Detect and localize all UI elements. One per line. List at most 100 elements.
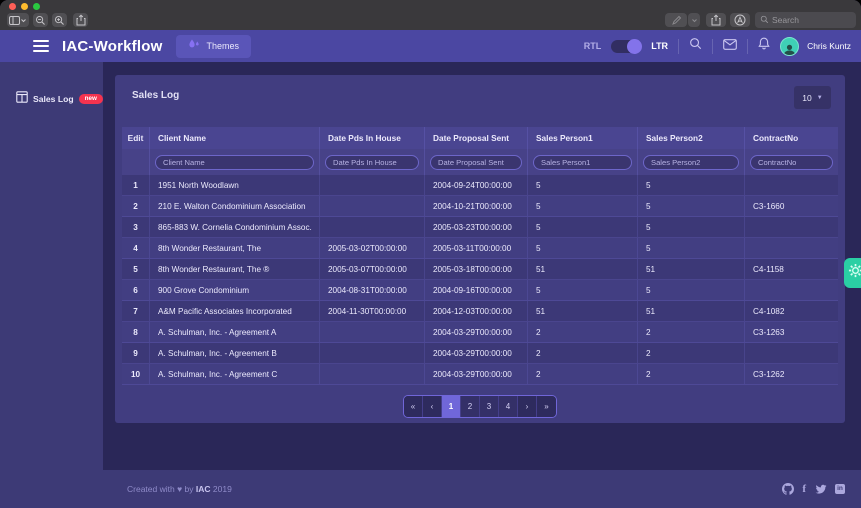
app-header: IAC-Workflow Themes RTL LTR Chris — [0, 30, 861, 62]
pagination-button[interactable]: 1 — [442, 396, 461, 417]
filter-input[interactable] — [533, 155, 632, 170]
table-cell: A. Schulman, Inc. - Agreement C — [150, 364, 320, 384]
browser-chrome — [0, 0, 861, 30]
filter-input[interactable] — [643, 155, 739, 170]
filter-cell — [528, 149, 638, 175]
circle-arrow-button[interactable] — [730, 13, 750, 27]
table-cell: 2004-03-29T00:00:00 — [425, 364, 528, 384]
pagination-button[interactable]: ‹ — [423, 396, 442, 417]
envelope-icon — [723, 37, 737, 55]
zoom-out-button[interactable] — [33, 13, 48, 27]
filter-input[interactable] — [430, 155, 522, 170]
table-cell: 51 — [528, 259, 638, 279]
themes-button[interactable]: Themes — [176, 35, 251, 58]
table-cell: 2 — [638, 322, 745, 342]
caret-down-icon: ▼ — [817, 95, 823, 101]
table-row[interactable]: 58th Wonder Restaurant, The ®2005-03-07T… — [122, 259, 838, 280]
table-header-row: Edit Client Name Date Pds In House Date … — [122, 127, 838, 149]
table-cell: 2 — [528, 322, 638, 342]
table-cell — [320, 196, 425, 216]
filter-cell — [320, 149, 425, 175]
zoom-window-button[interactable] — [33, 3, 40, 10]
new-badge: new — [79, 94, 103, 104]
theme-settings-fab[interactable] — [844, 258, 861, 288]
chrome-search-field[interactable] — [755, 12, 856, 28]
pagination-button[interactable]: 3 — [480, 396, 499, 417]
pagination-button[interactable]: 4 — [499, 396, 518, 417]
table-cell — [320, 343, 425, 363]
header-search-button[interactable] — [689, 37, 702, 55]
table-row[interactable]: 11951 North Woodlawn2004-09-24T00:00:005… — [122, 175, 838, 196]
filter-row — [122, 149, 838, 175]
pagination-button[interactable]: » — [537, 396, 556, 417]
column-header[interactable]: Date Pds In House — [320, 127, 425, 149]
table-cell: 5 — [638, 196, 745, 216]
pagination-button[interactable]: « — [404, 396, 423, 417]
user-name[interactable]: Chris Kuntz — [807, 41, 851, 51]
table-cell: 5 — [528, 175, 638, 195]
toggle-knob — [627, 39, 642, 54]
filter-input[interactable] — [325, 155, 419, 170]
filter-cell — [150, 149, 320, 175]
column-header[interactable]: Sales Person1 — [528, 127, 638, 149]
table-cell: C4-1158 — [745, 259, 838, 279]
edit-dropdown-button[interactable] — [688, 13, 700, 27]
table-row[interactable]: 3865-883 W. Cornelia Condominium Assoc.2… — [122, 217, 838, 238]
twitter-icon[interactable] — [814, 484, 827, 495]
hamburger-menu-button[interactable] — [33, 40, 49, 52]
table-cell: 2004-09-16T00:00:00 — [425, 280, 528, 300]
pagination-button[interactable]: 2 — [461, 396, 480, 417]
chrome-search-input[interactable] — [772, 15, 851, 25]
github-icon[interactable] — [782, 483, 794, 495]
column-header[interactable]: ContractNo — [745, 127, 838, 149]
table-cell: 2 — [528, 364, 638, 384]
search-icon — [760, 11, 769, 29]
divider — [712, 39, 713, 54]
table-row[interactable]: 8A. Schulman, Inc. - Agreement A2004-03-… — [122, 322, 838, 343]
table-row[interactable]: 6900 Grove Condominium2004-08-31T00:00:0… — [122, 280, 838, 301]
search-icon — [689, 37, 702, 55]
column-header[interactable]: Sales Person2 — [638, 127, 745, 149]
table-cell: 2004-12-03T00:00:00 — [425, 301, 528, 321]
minimize-window-button[interactable] — [21, 3, 28, 10]
filter-input[interactable] — [750, 155, 833, 170]
bell-icon — [758, 37, 770, 55]
share-page-button[interactable] — [706, 13, 726, 27]
notifications-button[interactable] — [758, 37, 770, 55]
column-header[interactable]: Edit — [122, 127, 150, 149]
pagination-group: «‹1234›» — [403, 395, 557, 418]
pagination: «‹1234›» — [115, 395, 845, 418]
table-cell: 2004-08-31T00:00:00 — [320, 280, 425, 300]
column-header[interactable]: Client Name — [150, 127, 320, 149]
table-cell: A&M Pacific Associates Incorporated — [150, 301, 320, 321]
zoom-in-button[interactable] — [52, 13, 67, 27]
table-row[interactable]: 7A&M Pacific Associates Incorporated2004… — [122, 301, 838, 322]
user-avatar[interactable] — [780, 37, 799, 56]
sidebar-item-sales-log[interactable]: Sales Log new — [0, 62, 103, 108]
table-row[interactable]: 48th Wonder Restaurant, The2005-03-02T00… — [122, 238, 838, 259]
table-cell: 210 E. Walton Condominium Association — [150, 196, 320, 216]
table-body: 11951 North Woodlawn2004-09-24T00:00:005… — [122, 175, 838, 385]
close-window-button[interactable] — [9, 3, 16, 10]
pagination-button[interactable]: › — [518, 396, 537, 417]
divider — [678, 39, 679, 54]
edit-pencil-button[interactable] — [665, 13, 687, 27]
table-row[interactable]: 2210 E. Walton Condominium Association20… — [122, 196, 838, 217]
share-button[interactable] — [73, 13, 88, 27]
column-header[interactable]: Date Proposal Sent — [425, 127, 528, 149]
table-row[interactable]: 9A. Schulman, Inc. - Agreement B2004-03-… — [122, 343, 838, 364]
messages-button[interactable] — [723, 37, 737, 55]
rtl-ltr-toggle[interactable] — [611, 40, 641, 53]
table-cell: 8th Wonder Restaurant, The ® — [150, 259, 320, 279]
table-row[interactable]: 10A. Schulman, Inc. - Agreement C2004-03… — [122, 364, 838, 385]
facebook-icon[interactable]: f — [802, 484, 806, 495]
sidebar-toggle-button[interactable] — [7, 13, 29, 27]
sidebar: Sales Log new — [0, 62, 103, 508]
table-cell: C3-1263 — [745, 322, 838, 342]
footer-year: 2019 — [213, 484, 232, 494]
table-cell: 51 — [528, 301, 638, 321]
page-size-select[interactable]: 10 ▼ — [794, 86, 831, 109]
filter-input[interactable] — [155, 155, 314, 170]
linkedin-icon[interactable]: in — [835, 484, 845, 494]
footer: Created with ♥ by IAC 2019 f in — [103, 470, 861, 508]
